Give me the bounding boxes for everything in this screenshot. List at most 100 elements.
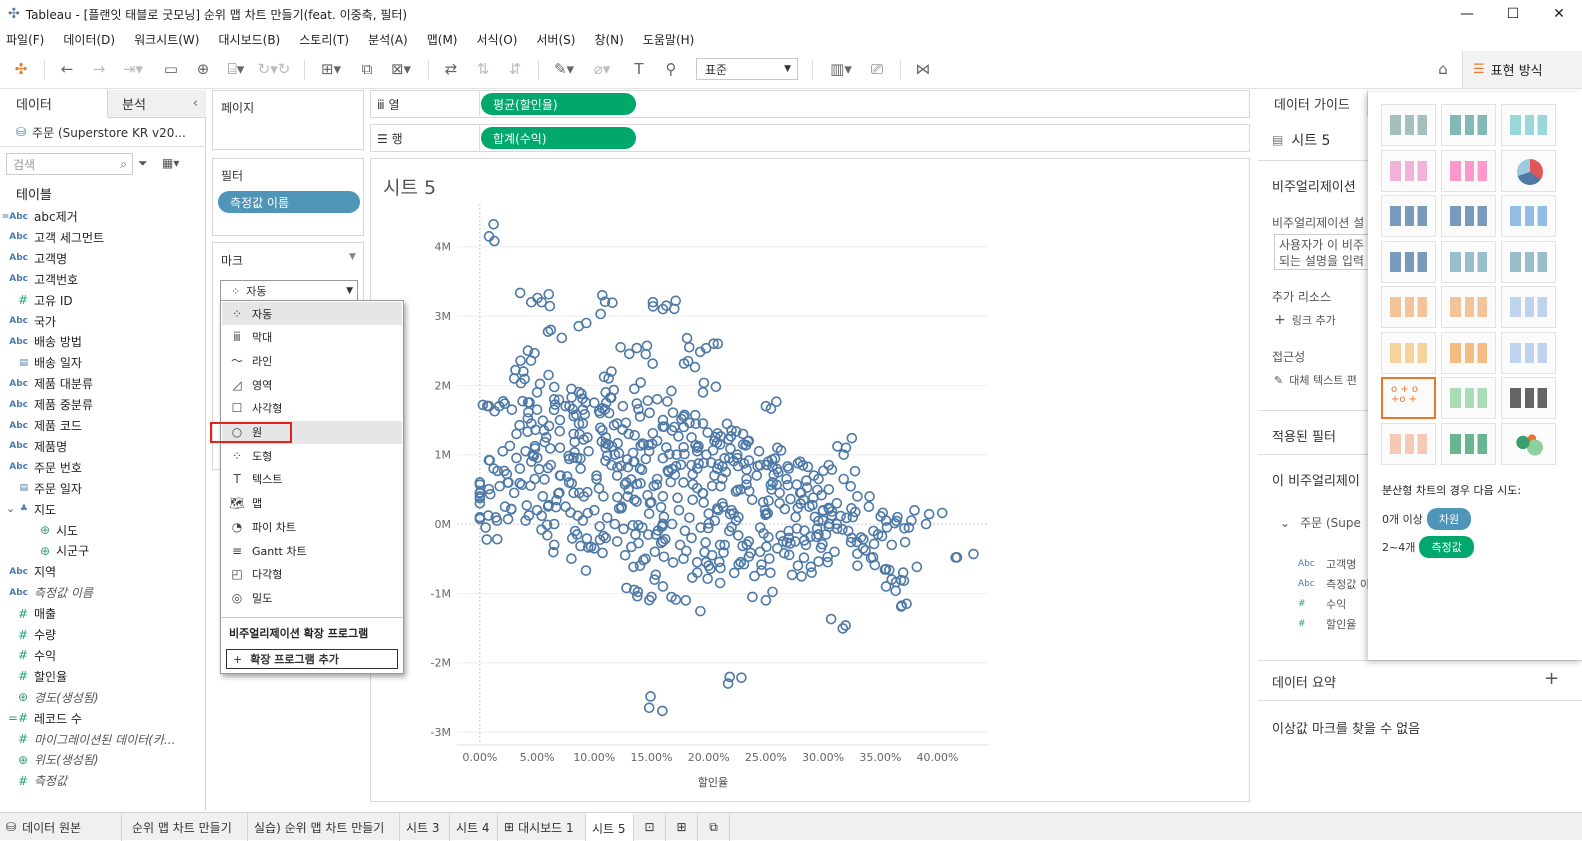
show-me-button[interactable]: ☰ 표현 방식 — [1462, 51, 1582, 88]
collapse-icon[interactable]: ‹ — [193, 96, 198, 111]
data-point[interactable] — [736, 672, 747, 683]
data-point[interactable] — [863, 501, 875, 513]
tab-practice[interactable]: 실습) 순위 맵 차트 만들기 — [248, 813, 400, 841]
mark-type-option[interactable]: ◔ 파이 차트 — [222, 515, 402, 538]
data-point[interactable] — [651, 479, 663, 490]
data-point[interactable] — [832, 441, 843, 452]
alt-text-button[interactable]: ✎ 대체 텍스트 편 — [1274, 372, 1357, 388]
field-item[interactable]: # 고유 ID — [0, 290, 200, 311]
tab-sheet3[interactable]: 시트 3 — [400, 813, 450, 841]
field-item[interactable]: # 수량 — [0, 624, 200, 645]
data-point[interactable] — [543, 288, 555, 300]
data-point[interactable] — [751, 470, 763, 481]
data-point[interactable] — [645, 691, 656, 702]
menu-dashboard[interactable]: 대시보드(B) — [218, 31, 280, 48]
refresh-icon[interactable]: ↻▾↻ — [256, 59, 292, 79]
chevron-down-icon[interactable]: ⌄ — [6, 502, 15, 515]
data-point[interactable] — [689, 361, 701, 373]
data-point[interactable] — [756, 565, 767, 576]
data-point[interactable] — [611, 536, 623, 547]
data-point[interactable] — [705, 563, 716, 575]
filter-pill[interactable]: 측정값 이름 — [218, 191, 360, 213]
new-story-button[interactable]: ⧉ — [698, 813, 730, 841]
data-point[interactable] — [537, 415, 549, 426]
swap-icon[interactable]: ⇄ — [440, 59, 462, 79]
data-point[interactable] — [710, 381, 722, 393]
symbol-map-icon[interactable] — [1381, 149, 1436, 192]
data-point[interactable] — [764, 553, 775, 565]
duplicate-sheet-icon[interactable]: ⧉ — [356, 59, 378, 79]
filters-card[interactable]: 필터 측정값 이름 — [212, 158, 364, 236]
data-point[interactable] — [525, 480, 536, 492]
field-item[interactable]: # 측정값 — [0, 770, 200, 791]
data-point[interactable] — [813, 556, 824, 567]
share-icon[interactable]: ⋈ — [912, 59, 934, 79]
new-dashboard-button[interactable]: ⊞ — [666, 813, 698, 841]
data-point[interactable] — [673, 431, 684, 442]
mark-type-option[interactable]: ◎ 밀도 — [222, 586, 402, 609]
data-point[interactable] — [846, 432, 858, 444]
data-point[interactable] — [899, 536, 911, 548]
clear-sheet-icon[interactable]: ⊠▾ — [386, 59, 416, 79]
text-table-icon[interactable] — [1381, 104, 1436, 146]
data-point[interactable] — [746, 494, 758, 506]
field-item[interactable]: ♣ 지도 — [0, 499, 200, 520]
data-point[interactable] — [909, 505, 920, 516]
data-point[interactable] — [672, 492, 683, 504]
data-point[interactable] — [838, 473, 850, 485]
field-item[interactable]: ⊕ 위도(생성됨) — [0, 749, 200, 770]
data-point[interactable] — [544, 300, 556, 312]
data-point[interactable] — [715, 562, 726, 574]
data-point[interactable] — [629, 430, 640, 441]
new-sheet-button[interactable]: ⊡ — [634, 813, 666, 841]
field-item[interactable]: ▤ 주문 일자 — [0, 478, 200, 499]
field-item[interactable]: Abc 지역 — [0, 561, 200, 582]
menu-format[interactable]: 서식(O) — [477, 31, 518, 48]
maximize-button[interactable]: ☐ — [1490, 0, 1536, 28]
undo-icon[interactable]: ← — [56, 59, 78, 79]
data-point[interactable] — [666, 518, 678, 530]
menu-help[interactable]: 도움말(H) — [643, 31, 695, 48]
data-point[interactable] — [542, 326, 554, 337]
datasource-pause-icon[interactable]: ⌸▾ — [222, 59, 250, 79]
data-point[interactable] — [594, 521, 606, 532]
data-point[interactable] — [642, 395, 654, 407]
data-point[interactable] — [732, 530, 744, 541]
data-point[interactable] — [880, 581, 892, 592]
mark-type-option[interactable]: 🗺 맵 — [222, 492, 402, 515]
data-point[interactable] — [775, 530, 786, 541]
data-point[interactable] — [781, 473, 792, 485]
data-point[interactable] — [725, 443, 736, 455]
fit-select[interactable]: 표준 ▼ — [696, 58, 798, 80]
stacked-bars-icon[interactable] — [1441, 195, 1496, 237]
data-point[interactable] — [647, 427, 659, 439]
columns-shelf[interactable]: ⅲ 열 평균(할인율) — [370, 90, 1250, 118]
data-point[interactable] — [721, 418, 733, 430]
data-point[interactable] — [566, 553, 577, 565]
data-point[interactable] — [580, 565, 592, 576]
data-point[interactable] — [666, 385, 677, 397]
data-point[interactable] — [697, 487, 708, 499]
data-point[interactable] — [554, 425, 566, 437]
label-icon[interactable]: T — [628, 59, 650, 79]
field-item[interactable]: # 할인율 — [0, 666, 200, 687]
data-point[interactable] — [700, 537, 711, 548]
data-point[interactable] — [779, 503, 791, 515]
data-point[interactable] — [852, 548, 863, 560]
data-point[interactable] — [508, 487, 520, 499]
field-item[interactable]: Abc 제품 대분류 — [0, 373, 200, 394]
data-point[interactable] — [643, 508, 655, 519]
data-point[interactable] — [741, 473, 752, 485]
field-item[interactable]: Abc 고객명 — [0, 248, 200, 269]
data-point[interactable] — [767, 586, 778, 598]
add-link-button[interactable]: + 링크 추가 — [1274, 312, 1336, 328]
field-item[interactable]: # 매출 — [0, 603, 200, 624]
field-item[interactable]: Abc 국가 — [0, 311, 200, 332]
data-point[interactable] — [886, 539, 898, 551]
data-point[interactable] — [647, 358, 658, 369]
tab-sheet4[interactable]: 시트 4 — [450, 813, 498, 841]
data-point[interactable] — [481, 534, 493, 545]
data-point[interactable] — [491, 533, 503, 545]
data-point[interactable] — [852, 491, 863, 502]
data-point[interactable] — [923, 508, 935, 520]
